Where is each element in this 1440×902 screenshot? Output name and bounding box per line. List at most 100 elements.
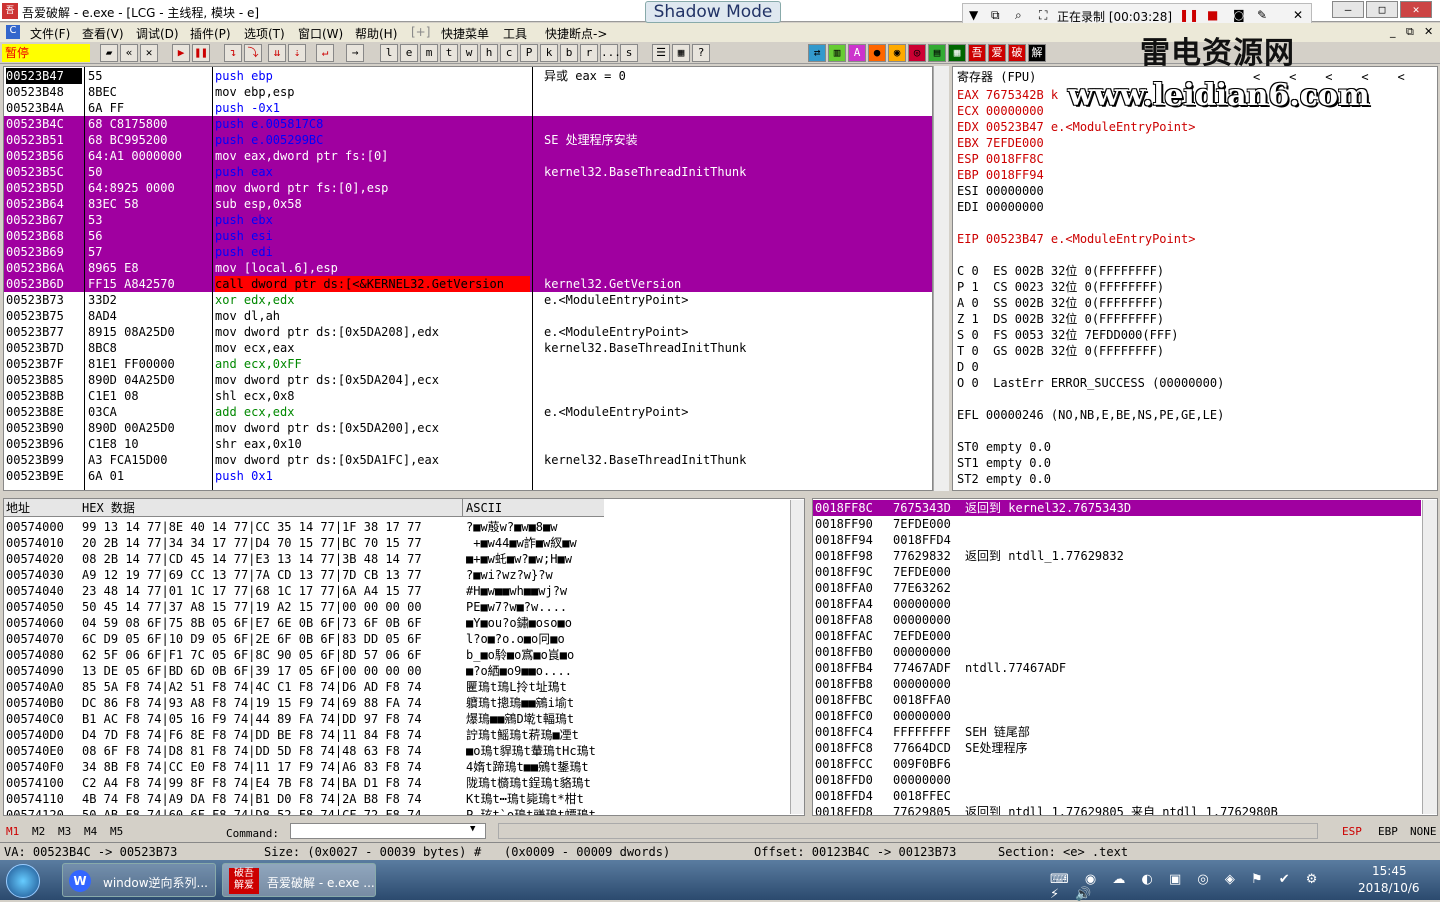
stack-row[interactable]: 0018FFB4 77467ADF ntdll.77467ADF — [813, 660, 1421, 676]
execute-till-return-icon[interactable]: ↵ — [316, 44, 334, 62]
restart-icon[interactable]: « — [120, 44, 138, 62]
toolbar-w[interactable]: w — [460, 44, 478, 62]
list-icon[interactable]: ☰ — [652, 44, 670, 62]
stack-row[interactable]: 0018FFB0 00000000 — [813, 644, 1421, 660]
stack-mode-esp[interactable]: ESP — [1342, 825, 1362, 838]
menu-tools[interactable]: 工具 — [503, 25, 527, 42]
toolbar-k[interactable]: k — [540, 44, 558, 62]
stack-row[interactable]: 0018FFB8 00000000 — [813, 676, 1421, 692]
plugin-5-icon[interactable]: ◉ — [888, 44, 906, 62]
memory-tab-m3[interactable]: M3 — [58, 825, 71, 838]
disasm-row[interactable]: 00523B4C 68 C8175800 push e.005817C8 — [4, 116, 932, 132]
dump-row[interactable]: 00574010 20 2B 14 77|34 34 17 77|D4 70 15… — [4, 535, 604, 551]
dump-row[interactable]: 005740E0 08 6F F8 74|D8 81 F8 74|DD 5D F8… — [4, 743, 604, 759]
command-field[interactable] — [498, 823, 1318, 839]
tray-icons[interactable]: ⌨ ◉ ☁ ◐ ▣ ◎ ◈ ⚑ ✔ ⚙ ⚡ 🔊 — [1050, 872, 1340, 902]
disasm-row[interactable]: 00523B51 68 BC995200 push e.005299BC SE 处理程… — [4, 132, 932, 148]
menu-window[interactable]: 窗口(W) — [298, 25, 343, 42]
disasm-row[interactable]: 00523B6A 8965 E8 mov [local.6],esp — [4, 260, 932, 276]
memory-dump-pane[interactable]: 地址 HEX 数据 ASCII 00574000 99 13 14 77|8E 4… — [3, 498, 805, 816]
stack-scrollbar[interactable] — [1422, 500, 1437, 814]
stack-mode-none[interactable]: NONE — [1410, 825, 1437, 838]
stack-row[interactable]: 0018FFCC 009F0BF6 — [813, 756, 1421, 772]
dump-row[interactable]: 00574090 13 DE 05 6F|BD 6D 0B 6F|39 17 05… — [4, 663, 604, 679]
toolbar-ellipsis[interactable]: ... — [600, 44, 621, 62]
disasm-row[interactable]: 00523B6D FF15 A842570 call dword ptr ds:[<… — [4, 276, 932, 292]
disassembly-pane[interactable]: 00523B47 55 push ebp 异或 eax = 0 00523B48 8BEC… — [3, 66, 933, 491]
toolbar-h[interactable]: h — [480, 44, 498, 62]
dump-row[interactable]: 00574070 6C D9 05 6F|10 D9 05 6F|2E 6F 0B… — [4, 631, 604, 647]
shadow-mode-badge[interactable]: Shadow Mode — [645, 1, 781, 23]
disasm-row[interactable]: 00523B8B C1E1 08 shl ecx,0x8 — [4, 388, 932, 404]
dump-row[interactable]: 005740B0 DC 86 F8 74|93 A8 F8 74|19 15 F9… — [4, 695, 604, 711]
stack-row[interactable]: 0018FFAC 7EFDE000 — [813, 628, 1421, 644]
disasm-row[interactable]: 00523B90 890D 00A25D0 mov dword ptr ds:[0x… — [4, 420, 932, 436]
memory-tab-m2[interactable]: M2 — [32, 825, 45, 838]
dump-col-hex[interactable]: HEX 数据 — [82, 499, 135, 517]
mdi-restore-icon[interactable]: ⧉ — [1406, 25, 1414, 39]
disasm-row[interactable]: 00523B85 890D 04A25D0 mov dword ptr ds:[0x… — [4, 372, 932, 388]
dump-col-ascii[interactable]: ASCII — [462, 499, 502, 517]
search-icon[interactable]: ⌕ — [1015, 8, 1022, 23]
dump-row[interactable]: 005740A0 85 5A F8 74|A2 51 F8 74|4C C1 F8… — [4, 679, 604, 695]
open-icon[interactable]: ▰ — [100, 44, 118, 62]
menu-breakpoints[interactable]: 快捷断点-> — [545, 25, 607, 42]
disasm-row[interactable]: 00523B73 33D2 xor edx,edx e.<ModuleEntryPoi… — [4, 292, 932, 308]
registers-pane[interactable]: 寄存器 (FPU) < < < < < EAX 7675342B k ECX 00… — [952, 66, 1438, 491]
menu-help[interactable]: 帮助(H) — [355, 25, 397, 42]
stack-row[interactable]: 0018FFA4 00000000 — [813, 596, 1421, 612]
menu-plugins[interactable]: 插件(P) — [190, 25, 231, 42]
maximize-icon[interactable]: □ — [1366, 1, 1398, 18]
stack-row[interactable]: 0018FF9C 7EFDE000 — [813, 564, 1421, 580]
memory-tab-m5[interactable]: M5 — [110, 825, 123, 838]
run-icon[interactable]: ▶ — [172, 44, 190, 62]
disasm-row[interactable]: 00523B69 57 push edi — [4, 244, 932, 260]
disasm-scrollbar[interactable] — [933, 66, 949, 491]
taskbar-item-browser[interactable]: W window逆向系列... — [62, 863, 216, 897]
menu-app-icon[interactable]: C — [6, 25, 20, 39]
dump-row[interactable]: 00574000 99 13 14 77|8E 40 14 77|CC 35 14… — [4, 519, 604, 535]
mdi-close-icon[interactable]: ✕ — [1424, 25, 1433, 38]
toolbar-p[interactable]: P — [520, 44, 538, 62]
plugin-1-icon[interactable]: ⇄ — [808, 44, 826, 62]
stack-row[interactable]: 0018FFD0 00000000 — [813, 772, 1421, 788]
dump-row[interactable]: 005740C0 B1 AC F8 74|05 16 F9 74|44 89 FA… — [4, 711, 604, 727]
disasm-row[interactable]: 00523B5D 64:8925 0000 mov dword ptr fs:[0]… — [4, 180, 932, 196]
disasm-row[interactable]: 00523B9E 6A 01 push 0x1 — [4, 468, 932, 484]
dump-row[interactable]: 00574060 04 59 08 6F|75 8B 05 6F|E7 6E 0B… — [4, 615, 604, 631]
plugin-4-icon[interactable]: ● — [868, 44, 886, 62]
dump-row[interactable]: 00574120 50 AB F8 74|60 6F F8 74|D8 52 F8… — [4, 807, 604, 815]
dump-row[interactable]: 00574020 08 2B 14 77|CD 45 14 77|E3 13 14… — [4, 551, 604, 567]
trace-over-icon[interactable]: ⇣ — [288, 44, 306, 62]
plugin-3-icon[interactable]: A — [848, 44, 866, 62]
plugin-7-icon[interactable]: ▤ — [928, 44, 946, 62]
plugin-jie[interactable]: 解 — [1028, 44, 1046, 62]
stack-row[interactable]: 0018FF94 0018FFD4 — [813, 532, 1421, 548]
memory-tab-m4[interactable]: M4 — [84, 825, 97, 838]
menu-debug[interactable]: 调试(D) — [136, 25, 179, 42]
dump-row[interactable]: 005740F0 34 8B F8 74|CC E0 F8 74|11 17 F9… — [4, 759, 604, 775]
mdi-minimize-icon[interactable]: _ — [1390, 25, 1396, 38]
dropdown-icon[interactable]: ▼ — [969, 8, 978, 22]
stack-row[interactable]: 0018FFD4 0018FFEC — [813, 788, 1421, 804]
toolbar-r[interactable]: r — [580, 44, 598, 62]
toolbar-s[interactable]: s — [620, 44, 638, 62]
dump-row[interactable]: 005740D0 D4 7D F8 74|F6 8E F8 74|DD BE F8… — [4, 727, 604, 743]
disasm-row[interactable]: 00523B56 64:A1 0000000 mov eax,dword ptr f… — [4, 148, 932, 164]
pause-icon[interactable]: ❚❚ — [192, 44, 210, 62]
disasm-row[interactable]: 00523B4A 6A FF push -0x1 — [4, 100, 932, 116]
plugin-2-icon[interactable]: ▥ — [828, 44, 846, 62]
menu-options[interactable]: 选项(T) — [244, 25, 285, 42]
stop-record-icon[interactable]: ■ — [1207, 8, 1218, 22]
disasm-row[interactable]: 00523B77 8915 08A25D0 mov dword ptr ds:[0x… — [4, 324, 932, 340]
close-file-icon[interactable]: ✕ — [140, 44, 158, 62]
start-button[interactable] — [6, 864, 40, 898]
dump-col-address[interactable]: 地址 — [6, 499, 30, 517]
stack-row[interactable]: 0018FF90 7EFDE000 — [813, 516, 1421, 532]
stack-row[interactable]: 0018FF8C 7675343D 返回到 kernel32.7675343D — [813, 500, 1421, 516]
camera-icon[interactable]: ◙ — [1233, 8, 1245, 22]
command-input[interactable] — [290, 823, 486, 839]
plugin-wu[interactable]: 吾 — [968, 44, 986, 62]
disasm-row[interactable]: 00523B8E 03CA add ecx,edx e.<ModuleEntryPoi… — [4, 404, 932, 420]
menu-plus[interactable]: [+] — [411, 25, 430, 39]
